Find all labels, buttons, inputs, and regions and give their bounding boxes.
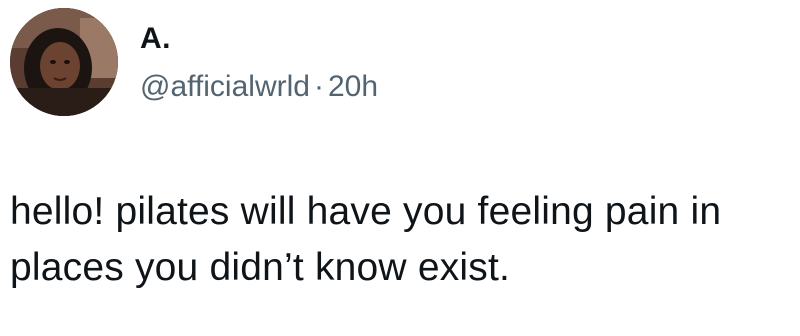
tweet-card: A. @afficialwrld · 20h hello! pilates will…	[0, 0, 800, 336]
avatar-photo-icon	[10, 8, 118, 116]
timestamp[interactable]: 20h	[328, 70, 378, 103]
user-handle[interactable]: @afficialwrld	[140, 70, 310, 103]
display-name[interactable]: A.	[140, 22, 171, 56]
tweet-text: hello! pilates will have you feeling pai…	[10, 190, 722, 289]
tweet-meta: @afficialwrld · 20h	[140, 70, 378, 104]
avatar[interactable]	[10, 8, 118, 116]
meta-separator: ·	[313, 70, 324, 103]
